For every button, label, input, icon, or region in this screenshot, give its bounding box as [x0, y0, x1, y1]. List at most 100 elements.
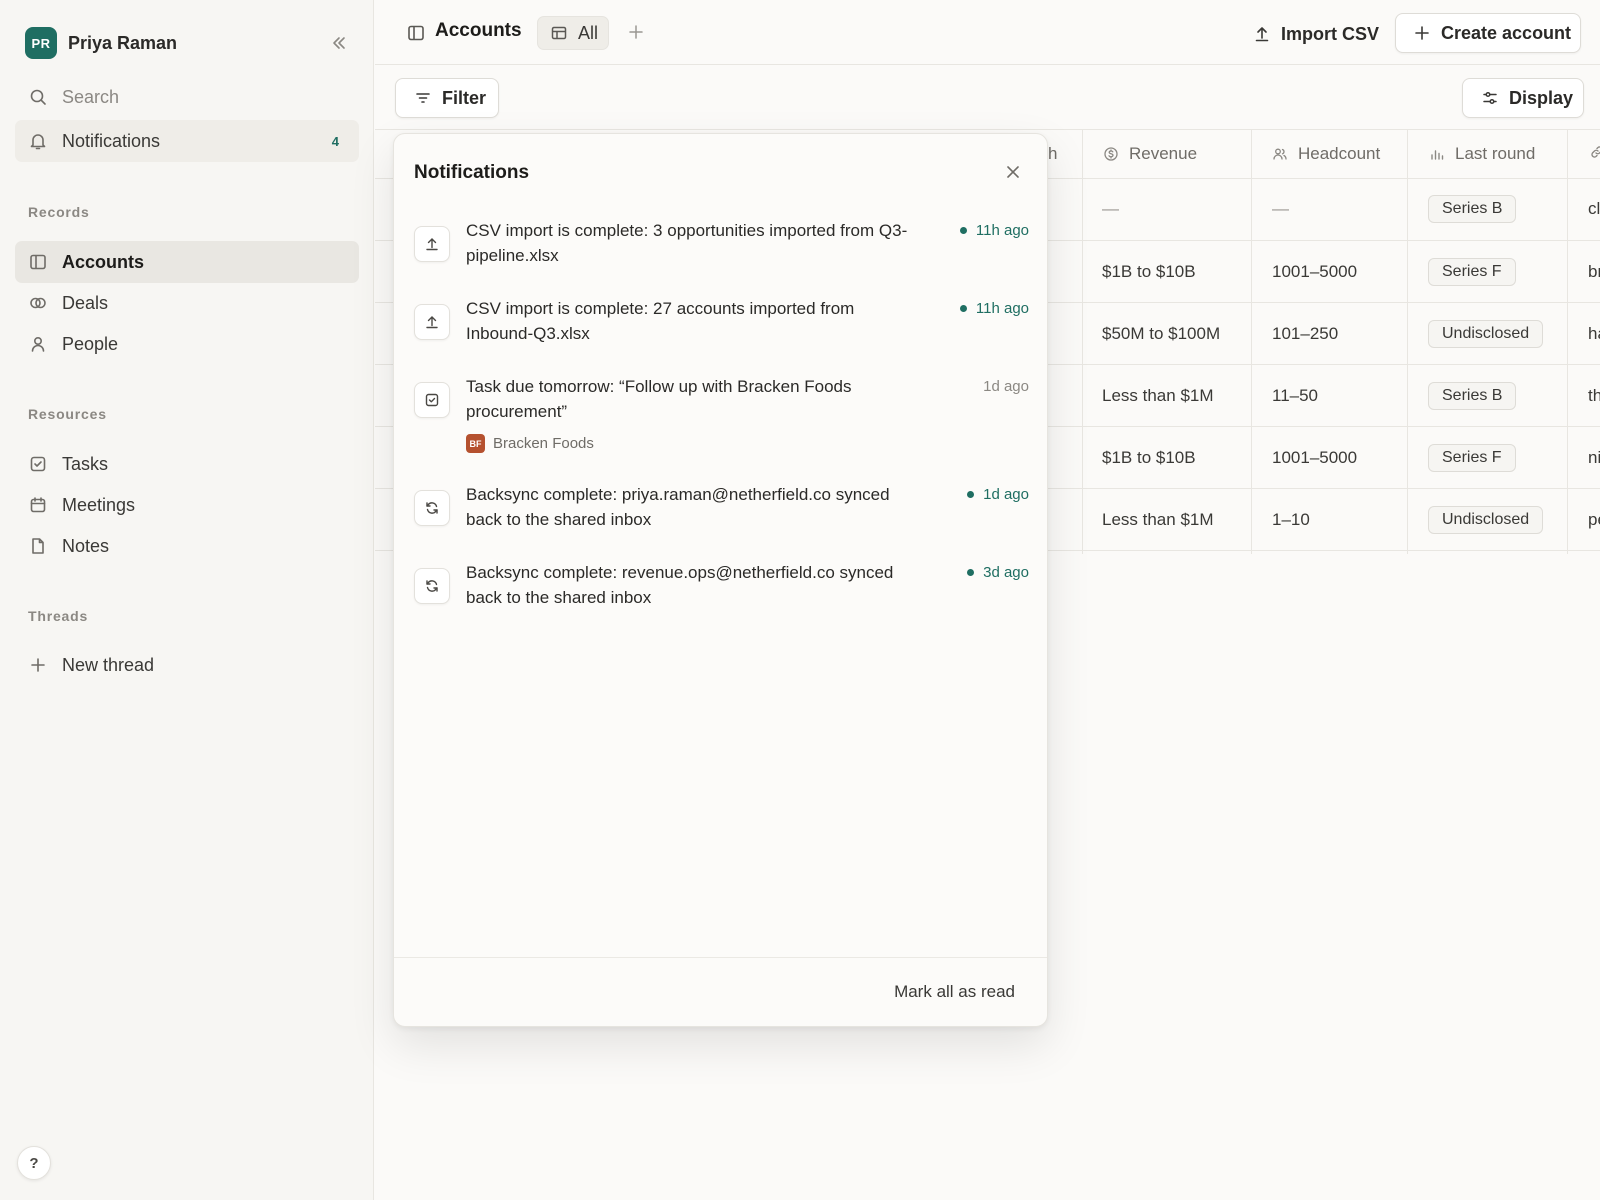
panel-icon[interactable]: [406, 23, 426, 43]
sidebar-item-people[interactable]: People: [15, 323, 359, 365]
notification-text: Backsync complete: revenue.ops@netherfie…: [466, 563, 894, 607]
notification-time: 1d ago: [967, 482, 1029, 507]
last-round-tag: Series F: [1428, 444, 1516, 472]
notification-time-label: 1d ago: [983, 486, 1029, 503]
cell-revenue: $1B to $10B: [1102, 262, 1196, 281]
notification-time: 3d ago: [967, 560, 1029, 585]
notification-item[interactable]: CSV import is complete: 27 accounts impo…: [414, 296, 1029, 356]
related-record-label: Bracken Foods: [493, 435, 594, 452]
new-thread-button[interactable]: New thread: [15, 644, 359, 686]
notification-text: CSV import is complete: 27 accounts impo…: [466, 299, 855, 343]
notification-item[interactable]: CSV import is complete: 3 opportunities …: [414, 218, 1029, 278]
table-icon: [550, 24, 568, 42]
import-csv-label: Import CSV: [1281, 23, 1380, 44]
notification-item[interactable]: Backsync complete: revenue.ops@netherfie…: [414, 560, 1029, 620]
notification-time-label: 11h ago: [975, 222, 1029, 239]
unread-dot: [959, 227, 967, 234]
sliders-icon: [1481, 89, 1499, 107]
notification-time: 11h ago: [959, 296, 1029, 321]
new-thread-label: New thread: [62, 654, 155, 675]
cell-revenue: $50M to $100M: [1102, 324, 1221, 343]
section-heading-records: Records: [28, 204, 90, 220]
column-header-headcount[interactable]: Headcount: [1272, 144, 1380, 164]
link-icon: [1589, 144, 1600, 160]
sidebar-item-label: Notes: [62, 535, 110, 556]
filter-icon: [414, 89, 432, 107]
cell-revenue: $1B to $10B: [1102, 448, 1196, 467]
rings-icon: [28, 293, 48, 313]
search-label: Search: [62, 86, 120, 107]
bell-icon: [28, 131, 48, 151]
add-view-icon[interactable]: [627, 23, 645, 41]
panel-icon: [28, 252, 48, 272]
sidebar-item-tasks[interactable]: Tasks: [15, 443, 359, 485]
sidebar-item-notes[interactable]: Notes: [15, 525, 359, 567]
sidebar-item-meetings[interactable]: Meetings: [15, 484, 359, 526]
collapse-sidebar-icon[interactable]: [329, 33, 349, 53]
column-header-last-round[interactable]: Last round: [1429, 144, 1535, 164]
cell-domain: cl: [1588, 199, 1600, 218]
cell-revenue: Less than $1M: [1102, 386, 1214, 405]
column-header-revenue[interactable]: Revenue: [1103, 144, 1197, 164]
mark-all-read-button[interactable]: Mark all as read: [894, 982, 1015, 1002]
people-icon: [1272, 146, 1288, 162]
cell-headcount: 11–50: [1272, 386, 1319, 405]
popover-footer: Mark all as read: [394, 957, 1047, 1027]
avatar: PR: [25, 27, 57, 59]
document-icon: [28, 536, 48, 556]
notification-time: 11h ago: [959, 218, 1029, 243]
cell-headcount: 1001–5000: [1272, 262, 1358, 281]
popover-title: Notifications: [414, 162, 530, 183]
notification-text: Task due tomorrow: “Follow up with Brack…: [466, 377, 852, 421]
column-header-label: Revenue: [1129, 144, 1198, 163]
cell-domain: ni: [1588, 448, 1600, 467]
related-record-link[interactable]: BF Bracken Foods: [466, 434, 594, 453]
create-account-button[interactable]: Create account: [1395, 13, 1581, 53]
sidebar-item-label: Notifications: [62, 130, 161, 151]
section-heading-threads: Threads: [28, 608, 89, 624]
create-account-label: Create account: [1441, 22, 1572, 43]
notification-item[interactable]: Task due tomorrow: “Follow up with Brack…: [414, 374, 1029, 464]
sidebar-item-label: Deals: [62, 292, 109, 313]
filter-button[interactable]: Filter: [395, 78, 499, 118]
import-csv-button[interactable]: Import CSV: [1245, 16, 1383, 52]
display-label: Display: [1509, 87, 1574, 108]
sidebar-item-accounts[interactable]: Accounts: [15, 241, 359, 283]
last-round-tag: Series B: [1428, 195, 1517, 223]
bar-chart-icon: [1429, 146, 1445, 162]
person-icon: [28, 334, 48, 354]
filter-label: Filter: [442, 87, 487, 108]
company-logo-badge: BF: [466, 434, 485, 453]
section-heading-resources: Resources: [28, 406, 107, 422]
sidebar-item-deals[interactable]: Deals: [15, 282, 359, 324]
page-title: Accounts: [435, 20, 522, 41]
notification-text: CSV import is complete: 3 opportunities …: [466, 221, 908, 265]
dollar-circle-icon: [1103, 146, 1119, 162]
notification-item[interactable]: Backsync complete: priya.raman@netherfie…: [414, 482, 1029, 542]
calendar-icon: [28, 495, 48, 515]
cell-domain: pe: [1588, 510, 1600, 529]
last-round-tag: Undisclosed: [1428, 320, 1544, 348]
view-tab-all[interactable]: All: [537, 16, 609, 50]
column-header-label: Headcount: [1298, 144, 1381, 163]
unread-dot: [967, 569, 975, 576]
sidebar-item-label: Meetings: [62, 494, 136, 515]
close-icon[interactable]: [1003, 162, 1023, 182]
sidebar-search[interactable]: Search: [15, 76, 359, 118]
cell-headcount: —: [1272, 199, 1289, 218]
column-header-domain[interactable]: [1589, 144, 1600, 160]
sync-icon: [414, 490, 450, 526]
sidebar-item-notifications[interactable]: Notifications 4: [15, 120, 359, 162]
workspace-user[interactable]: PR Priya Raman: [25, 27, 355, 59]
cell-domain: br: [1588, 262, 1600, 281]
sidebar: PR Priya Raman Search Notifications 4 Re…: [0, 0, 374, 1200]
view-tab-label: All: [578, 22, 599, 43]
help-button[interactable]: ?: [17, 1146, 51, 1180]
plus-icon: [1413, 24, 1431, 42]
sidebar-item-label: Accounts: [62, 251, 145, 272]
sync-icon: [414, 568, 450, 604]
notification-count-badge: 4: [331, 133, 339, 149]
user-name: Priya Raman: [68, 32, 178, 53]
display-button[interactable]: Display: [1462, 78, 1584, 118]
notifications-popover: Notifications CSV import is complete: 3 …: [393, 133, 1048, 1027]
